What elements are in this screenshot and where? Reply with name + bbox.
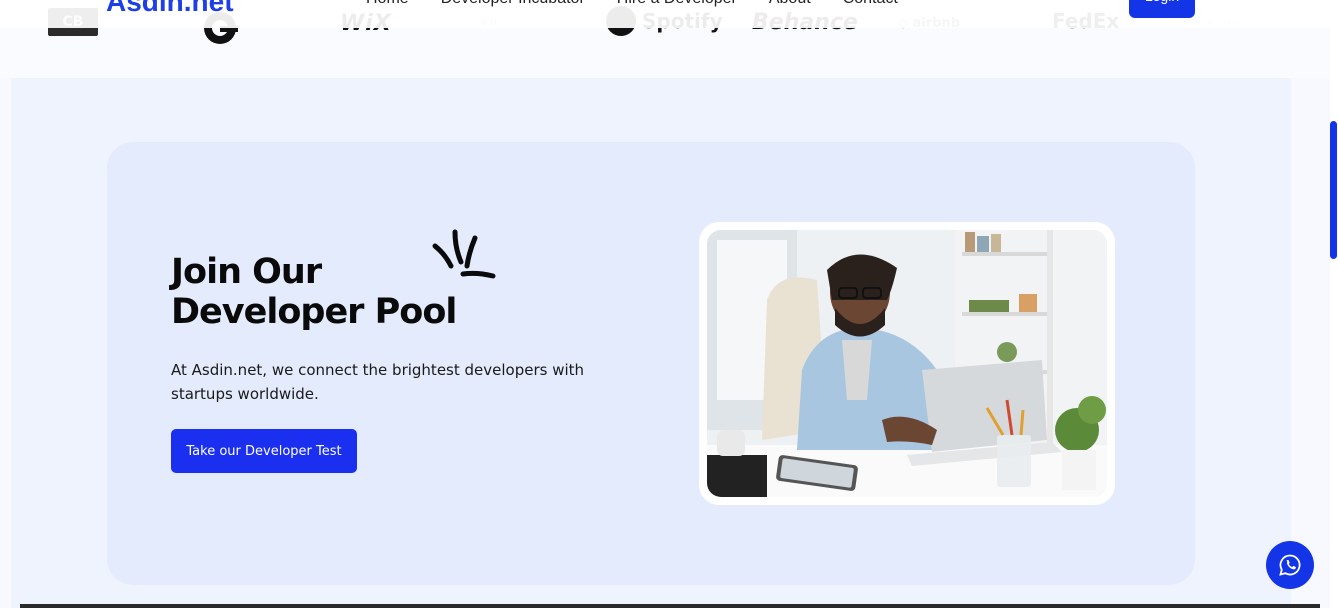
whatsapp-chat-button[interactable] <box>1266 541 1314 589</box>
hero-description: At Asdin.net, we connect the brightest d… <box>171 361 585 403</box>
nav-about[interactable]: About <box>769 0 811 8</box>
site-header: Asdin.net Home Developer Incubator Hire … <box>0 0 1330 28</box>
developer-test-button[interactable]: Take our Developer Test <box>171 429 357 473</box>
hero-image-frame <box>699 222 1115 505</box>
whatsapp-icon <box>1279 554 1301 576</box>
developer-photo <box>707 230 1107 497</box>
page-scrollbar[interactable] <box>1330 0 1338 608</box>
sparkle-icon <box>432 229 496 279</box>
developer-pool-card: Join Our Developer Pool At Asdin.net, we… <box>107 142 1195 585</box>
nav-home[interactable]: Home <box>366 0 409 8</box>
brand-logo[interactable]: Asdin.net <box>106 0 234 18</box>
nav-developer-incubator[interactable]: Developer Incubator <box>441 0 585 8</box>
login-button[interactable]: Login <box>1129 0 1195 18</box>
nav-contact[interactable]: Contact <box>843 0 898 8</box>
title-line-2: Developer Pool <box>171 292 457 332</box>
main-nav: Home Developer Incubator Hire a Develope… <box>366 0 898 8</box>
scrollbar-thumb[interactable] <box>1330 121 1337 259</box>
title-line-1: Join Our <box>171 252 322 292</box>
bottom-edge <box>20 604 1320 608</box>
developer-pool-section: Join Our Developer Pool At Asdin.net, we… <box>11 78 1291 608</box>
nav-hire-developer[interactable]: Hire a Developer <box>617 0 737 8</box>
